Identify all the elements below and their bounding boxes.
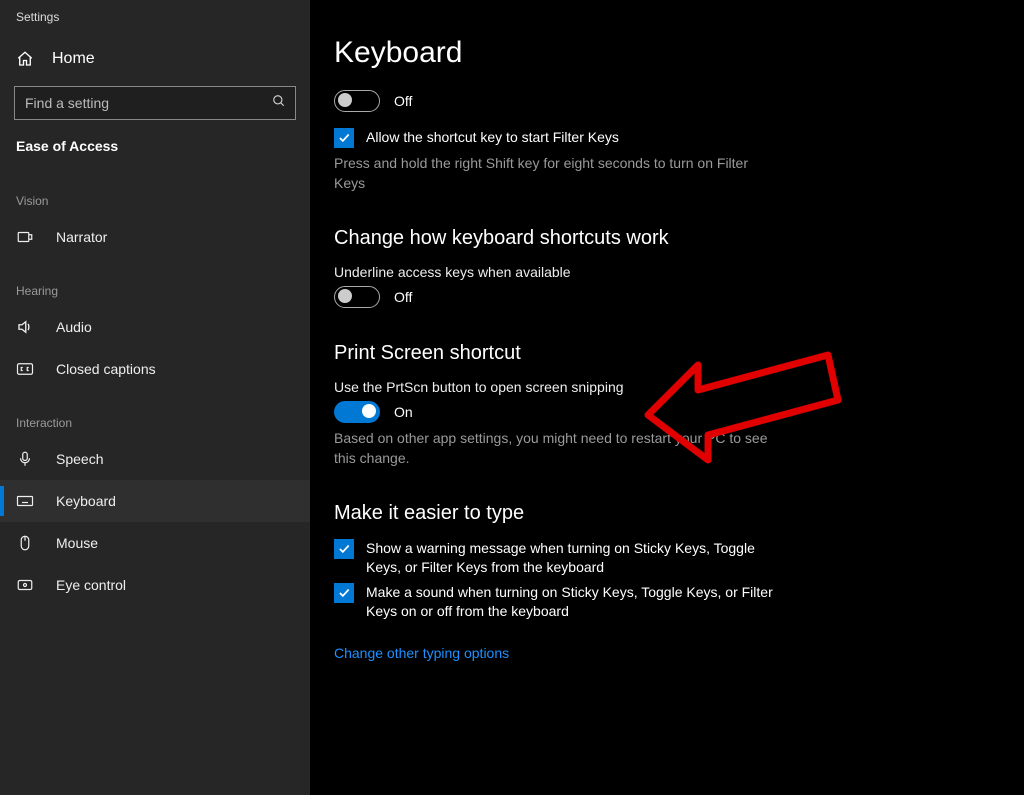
home-icon — [16, 50, 34, 68]
filter-keys-toggle[interactable] — [334, 90, 380, 112]
sidebar-item-label: Audio — [56, 319, 92, 335]
prtscn-heading: Print Screen shortcut — [334, 342, 1024, 365]
keyboard-icon — [16, 492, 34, 510]
filter-shortcut-label: Allow the shortcut key to start Filter K… — [366, 128, 619, 147]
category-hearing: Hearing — [0, 258, 310, 306]
sidebar-item-keyboard[interactable]: Keyboard — [0, 480, 310, 522]
sidebar-item-narrator[interactable]: Narrator — [0, 216, 310, 258]
easier-heading: Make it easier to type — [334, 502, 1024, 525]
home-nav[interactable]: Home — [0, 42, 310, 76]
prtscn-toggle[interactable] — [334, 401, 380, 423]
category-interaction: Interaction — [0, 390, 310, 438]
page-title: Keyboard — [334, 36, 1024, 70]
closed-captions-icon — [16, 360, 34, 378]
section-heading: Ease of Access — [0, 134, 310, 168]
sidebar-item-label: Closed captions — [56, 361, 156, 377]
home-label: Home — [52, 50, 95, 68]
sidebar-item-closed-captions[interactable]: Closed captions — [0, 348, 310, 390]
underline-body: Underline access keys when available — [334, 264, 1024, 280]
search-container — [14, 86, 296, 120]
sidebar-item-eye-control[interactable]: Eye control — [0, 564, 310, 606]
speech-icon — [16, 450, 34, 468]
easier-sound-checkbox[interactable] — [334, 583, 354, 603]
sidebar-item-label: Eye control — [56, 577, 126, 593]
prtscn-body: Use the PrtScn button to open screen sni… — [334, 379, 1024, 395]
underline-toggle-state: Off — [394, 289, 412, 305]
window-title: Settings — [0, 10, 310, 42]
narrator-icon — [16, 228, 34, 246]
audio-icon — [16, 318, 34, 336]
mouse-icon — [16, 534, 34, 552]
sidebar-item-label: Mouse — [56, 535, 98, 551]
sidebar-item-label: Speech — [56, 451, 103, 467]
sidebar-item-mouse[interactable]: Mouse — [0, 522, 310, 564]
content-pane: Keyboard Off Allow the shortcut key to s… — [310, 0, 1024, 795]
sidebar-item-speech[interactable]: Speech — [0, 438, 310, 480]
easier-warn-label: Show a warning message when turning on S… — [366, 539, 774, 577]
category-vision: Vision — [0, 168, 310, 216]
easier-warn-checkbox[interactable] — [334, 539, 354, 559]
sidebar-item-audio[interactable]: Audio — [0, 306, 310, 348]
easier-sound-label: Make a sound when turning on Sticky Keys… — [366, 583, 774, 621]
filter-hint: Press and hold the right Shift key for e… — [334, 154, 774, 193]
filter-shortcut-checkbox[interactable] — [334, 128, 354, 148]
settings-sidebar: Settings Home Ease of Access Vision Narr… — [0, 0, 310, 795]
shortcuts-heading: Change how keyboard shortcuts work — [334, 227, 1024, 250]
eye-control-icon — [16, 576, 34, 594]
sidebar-item-label: Keyboard — [56, 493, 116, 509]
prtscn-hint: Based on other app settings, you might n… — [334, 429, 774, 468]
search-icon — [272, 94, 286, 108]
filter-keys-toggle-state: Off — [394, 93, 412, 109]
underline-access-toggle[interactable] — [334, 286, 380, 308]
prtscn-toggle-state: On — [394, 404, 413, 420]
search-input[interactable] — [14, 86, 296, 120]
sidebar-item-label: Narrator — [56, 229, 107, 245]
change-other-typing-link[interactable]: Change other typing options — [334, 645, 509, 661]
